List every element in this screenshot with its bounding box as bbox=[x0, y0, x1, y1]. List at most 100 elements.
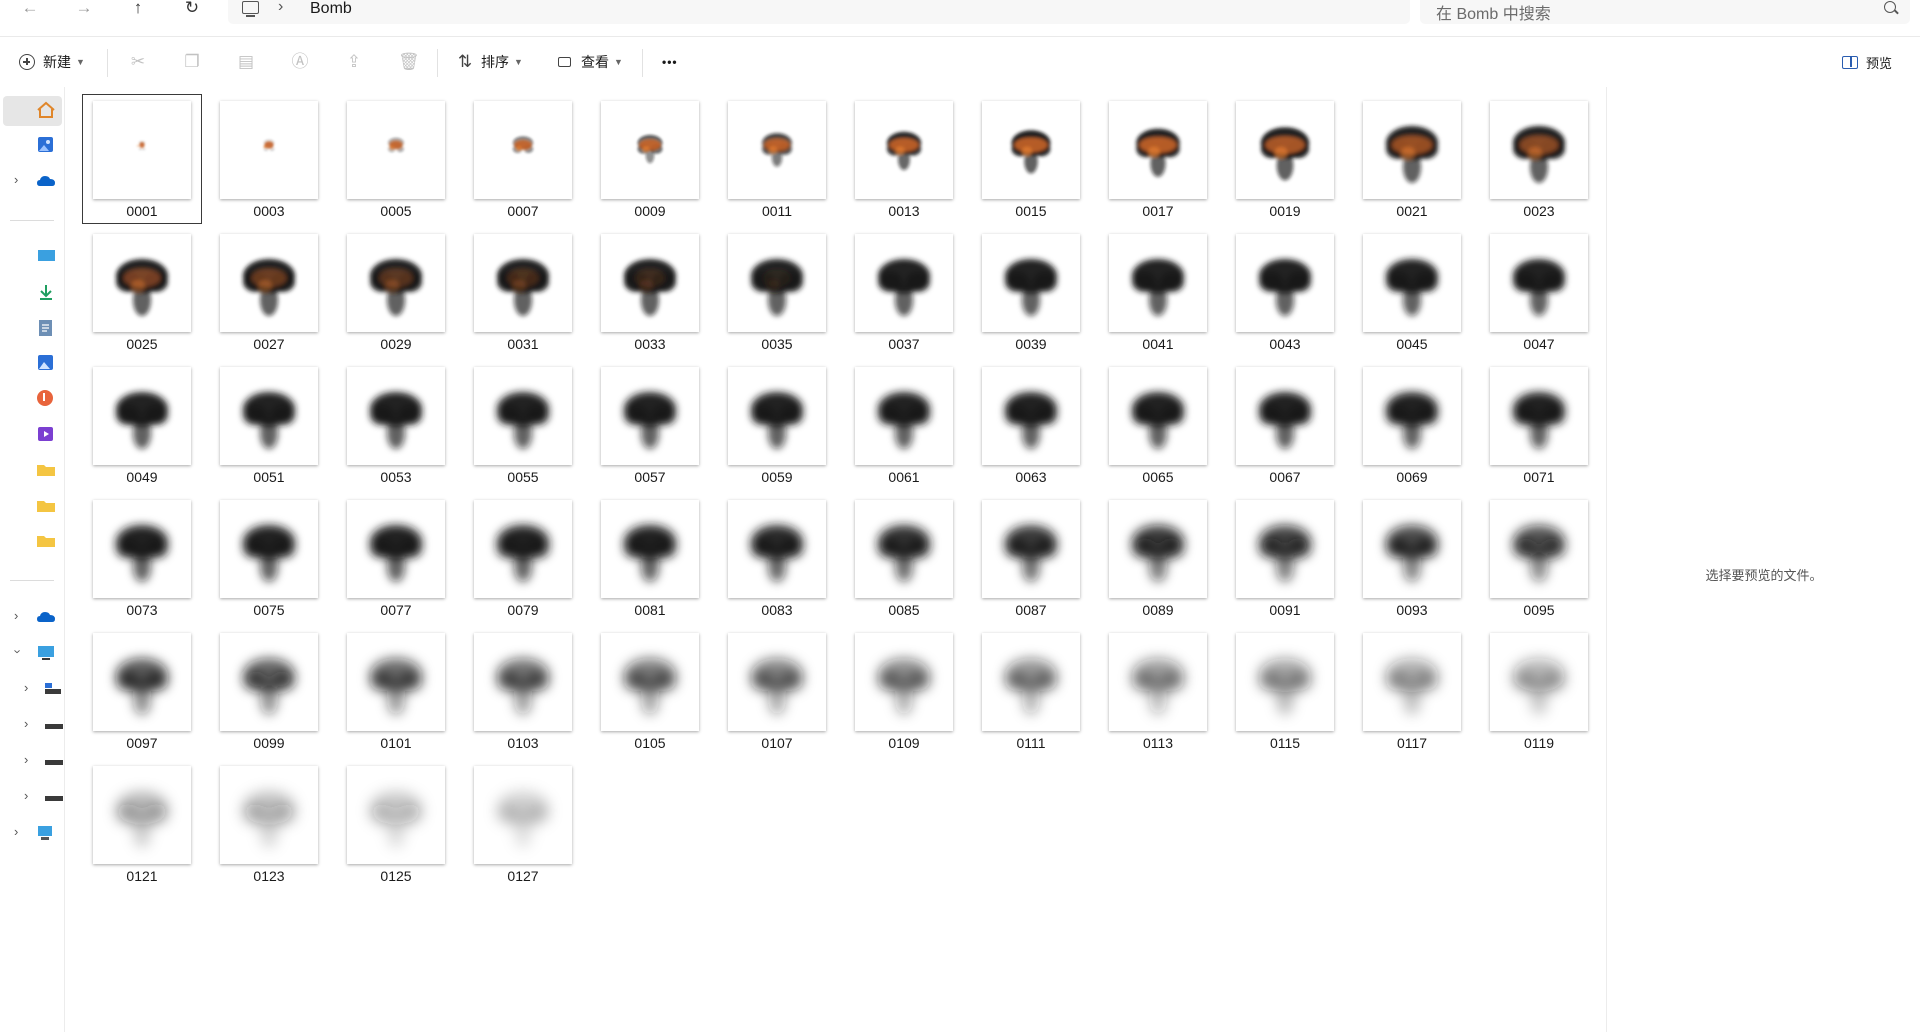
file-item[interactable]: 0071 bbox=[1480, 361, 1598, 489]
delete-button[interactable]: 🗑 bbox=[398, 49, 420, 75]
cut-button[interactable]: ✂ bbox=[128, 49, 148, 75]
file-item[interactable]: 0051 bbox=[210, 361, 328, 489]
file-item[interactable]: 0097 bbox=[83, 627, 201, 755]
file-item[interactable]: 0095 bbox=[1480, 494, 1598, 622]
chevron-right-icon[interactable]: › bbox=[24, 716, 28, 731]
search-icon[interactable] bbox=[1884, 1, 1896, 13]
search-input[interactable]: 在 Bomb 中搜索 bbox=[1420, 0, 1910, 24]
file-item[interactable]: 0049 bbox=[83, 361, 201, 489]
file-item[interactable]: 0107 bbox=[718, 627, 836, 755]
file-item[interactable]: 0073 bbox=[83, 494, 201, 622]
file-item[interactable]: 0089 bbox=[1099, 494, 1217, 622]
view-button[interactable]: 查看 ▼ bbox=[558, 49, 623, 75]
file-item[interactable]: 0011 bbox=[718, 95, 836, 223]
file-item[interactable]: 0057 bbox=[591, 361, 709, 489]
sidebar-item-drive-3[interactable]: › bbox=[0, 783, 64, 813]
chevron-right-icon[interactable]: › bbox=[14, 172, 18, 187]
rename-button[interactable]: Ⓐ bbox=[290, 49, 310, 75]
file-item[interactable]: 0113 bbox=[1099, 627, 1217, 755]
sidebar-item-network[interactable]: › bbox=[0, 819, 64, 849]
breadcrumb[interactable]: › Bomb bbox=[228, 0, 1410, 24]
copy-button[interactable]: ❐ bbox=[182, 49, 202, 75]
sidebar-item-documents[interactable] bbox=[0, 314, 64, 344]
file-item[interactable]: 0079 bbox=[464, 494, 582, 622]
file-item[interactable]: 0119 bbox=[1480, 627, 1598, 755]
file-item[interactable]: 0083 bbox=[718, 494, 836, 622]
sidebar-item-downloads[interactable] bbox=[0, 278, 64, 308]
sidebar-item-onedrive-personal[interactable]: › bbox=[0, 603, 64, 633]
file-item[interactable]: 0017 bbox=[1099, 95, 1217, 223]
sidebar-item-folder-2[interactable] bbox=[0, 492, 64, 522]
file-item[interactable]: 0013 bbox=[845, 95, 963, 223]
file-item[interactable]: 0015 bbox=[972, 95, 1090, 223]
file-item[interactable]: 0103 bbox=[464, 627, 582, 755]
preview-pane-button[interactable]: 预览 bbox=[1842, 49, 1892, 75]
file-item[interactable]: 0005 bbox=[337, 95, 455, 223]
file-item[interactable]: 0059 bbox=[718, 361, 836, 489]
sidebar-item-folder-3[interactable] bbox=[0, 527, 64, 557]
file-item[interactable]: 0065 bbox=[1099, 361, 1217, 489]
file-item[interactable]: 0091 bbox=[1226, 494, 1344, 622]
file-item[interactable]: 0105 bbox=[591, 627, 709, 755]
new-button[interactable]: 新建 ▼ bbox=[19, 49, 85, 75]
file-item[interactable]: 0023 bbox=[1480, 95, 1598, 223]
chevron-down-icon[interactable]: › bbox=[11, 649, 26, 653]
file-item[interactable]: 0007 bbox=[464, 95, 582, 223]
file-item[interactable]: 0117 bbox=[1353, 627, 1471, 755]
sidebar-item-pictures[interactable] bbox=[0, 349, 64, 379]
file-item[interactable]: 0047 bbox=[1480, 228, 1598, 356]
chevron-right-icon[interactable]: › bbox=[24, 680, 28, 695]
file-item[interactable]: 0061 bbox=[845, 361, 963, 489]
sidebar-item-drive-1[interactable]: › bbox=[0, 711, 64, 741]
file-item[interactable]: 0019 bbox=[1226, 95, 1344, 223]
sidebar-item-drive-2[interactable]: › bbox=[0, 747, 64, 777]
file-item[interactable]: 0025 bbox=[83, 228, 201, 356]
file-item[interactable]: 0003 bbox=[210, 95, 328, 223]
chevron-right-icon[interactable]: › bbox=[24, 752, 28, 767]
file-item[interactable]: 0077 bbox=[337, 494, 455, 622]
file-item[interactable]: 0037 bbox=[845, 228, 963, 356]
sidebar-item-home[interactable] bbox=[3, 96, 62, 126]
file-item[interactable]: 0067 bbox=[1226, 361, 1344, 489]
file-item[interactable]: 0063 bbox=[972, 361, 1090, 489]
sidebar-item-this-pc[interactable]: › bbox=[0, 639, 64, 669]
file-item[interactable]: 0081 bbox=[591, 494, 709, 622]
file-item[interactable]: 0033 bbox=[591, 228, 709, 356]
file-item[interactable]: 0039 bbox=[972, 228, 1090, 356]
file-item[interactable]: 0101 bbox=[337, 627, 455, 755]
file-item[interactable]: 0109 bbox=[845, 627, 963, 755]
file-item[interactable]: 0055 bbox=[464, 361, 582, 489]
file-item[interactable]: 0127 bbox=[464, 760, 582, 888]
sidebar-item-windows-drive[interactable]: › bbox=[0, 675, 64, 705]
file-item[interactable]: 0125 bbox=[337, 760, 455, 888]
sidebar-item-videos[interactable] bbox=[0, 420, 64, 450]
up-arrow-icon[interactable]: ↑ bbox=[120, 0, 156, 22]
file-item[interactable]: 0085 bbox=[845, 494, 963, 622]
file-item[interactable]: 0021 bbox=[1353, 95, 1471, 223]
sidebar-item-folder-1[interactable] bbox=[0, 456, 64, 486]
file-item[interactable]: 0123 bbox=[210, 760, 328, 888]
share-button[interactable]: ⇪ bbox=[344, 49, 364, 75]
forward-arrow-icon[interactable]: → bbox=[66, 0, 102, 22]
this-pc-icon[interactable] bbox=[242, 1, 259, 17]
file-item[interactable]: 0041 bbox=[1099, 228, 1217, 356]
file-item[interactable]: 0045 bbox=[1353, 228, 1471, 356]
breadcrumb-folder[interactable]: Bomb bbox=[310, 0, 352, 18]
file-item[interactable]: 0069 bbox=[1353, 361, 1471, 489]
back-arrow-icon[interactable]: ← bbox=[12, 0, 48, 22]
refresh-icon[interactable]: ↻ bbox=[174, 0, 210, 22]
file-item[interactable]: 0029 bbox=[337, 228, 455, 356]
file-item[interactable]: 0087 bbox=[972, 494, 1090, 622]
sidebar-item-desktop[interactable] bbox=[0, 242, 64, 272]
chevron-right-icon[interactable]: › bbox=[14, 608, 18, 623]
file-item[interactable]: 0053 bbox=[337, 361, 455, 489]
file-item[interactable]: 0035 bbox=[718, 228, 836, 356]
sidebar-item-onedrive[interactable]: › bbox=[0, 167, 64, 197]
file-item[interactable]: 0001 bbox=[82, 94, 202, 224]
file-item[interactable]: 0111 bbox=[972, 627, 1090, 755]
paste-button[interactable]: ▤ bbox=[236, 49, 256, 75]
chevron-right-icon[interactable]: › bbox=[14, 824, 18, 839]
more-options-button[interactable]: ••• bbox=[662, 49, 678, 75]
file-item[interactable]: 0009 bbox=[591, 95, 709, 223]
file-item[interactable]: 0115 bbox=[1226, 627, 1344, 755]
